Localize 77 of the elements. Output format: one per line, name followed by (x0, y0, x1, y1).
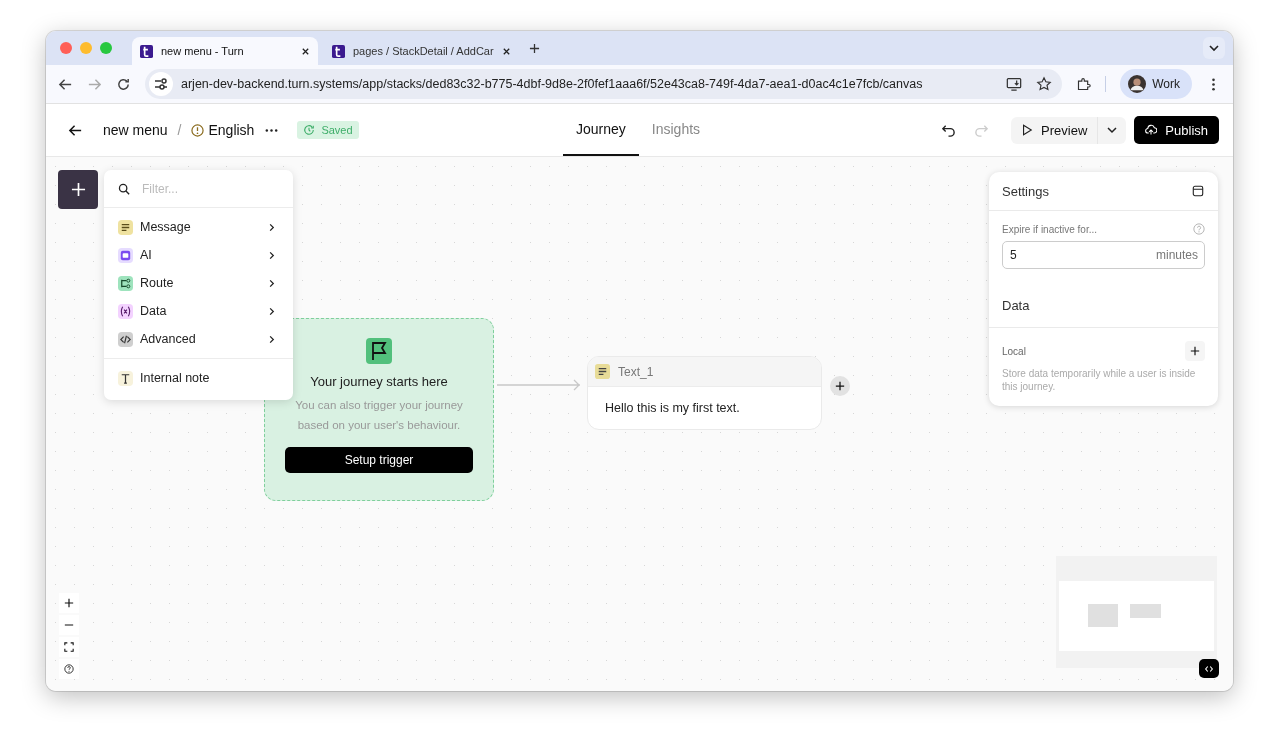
section-label: Local (1002, 345, 1026, 357)
bookmark-star-icon[interactable] (1036, 76, 1053, 92)
view-tab[interactable]: Insights (638, 104, 714, 156)
chevron-right-icon (267, 278, 276, 288)
zoom-in-button[interactable] (59, 593, 79, 613)
menu-item[interactable]: AI (104, 241, 293, 269)
message-icon (118, 219, 133, 235)
help-button[interactable] (59, 659, 79, 679)
plus-icon (1190, 346, 1200, 356)
fit-view-icon (64, 642, 74, 652)
language-link[interactable]: English (208, 122, 255, 138)
section-title: Data (1002, 298, 1031, 313)
favicon-icon (140, 44, 153, 58)
add-node-button[interactable] (58, 170, 98, 209)
address-bar[interactable]: arjen-dev-backend.turn.systems/app/stacks/ded83c32-b775-4dbf-9d8e-2f0fef1aaa6f/52e43ca8-749f-4da7-aea1-d0ac4c1e7fcb/canvas (145, 69, 1063, 99)
menu-item[interactable]: Message (104, 213, 293, 241)
advanced-icon (118, 331, 133, 347)
zoom-out-button[interactable] (59, 615, 79, 635)
node-title: Text_1 (618, 364, 654, 379)
url-text: arjen-dev-backend.turn.systems/app/stacks/ded83c32-b775-4dbf-9d8e-2f0fef1aaa6f/52e43ca8-749f-4da7-aea1-d0ac4c1e7fcb/canvas (181, 77, 923, 91)
data-icon (118, 303, 133, 319)
reload-icon[interactable] (116, 76, 131, 92)
chevron-down-icon[interactable] (1203, 37, 1225, 59)
text-node[interactable]: Text_1 Hello this is my first text. (587, 356, 822, 430)
route-icon (118, 275, 133, 291)
trigger-node[interactable]: Your journey starts here You can also trigger your journey based on your user's behaviour. Setup trigger (264, 318, 494, 501)
saved-icon (303, 124, 316, 136)
tab-title: new menu - Turn (161, 45, 245, 57)
search-icon (118, 182, 130, 195)
profile-button[interactable]: Work (1120, 69, 1192, 99)
message-text: Hello this is my first text. (604, 400, 741, 417)
install-app-icon[interactable] (1006, 76, 1023, 92)
setup-trigger-button[interactable]: Setup trigger (285, 447, 473, 473)
field-label: Expire if inactive for... (1002, 223, 1098, 235)
breadcrumb-separator: / (177, 122, 182, 138)
cloud-upload-icon (1145, 124, 1158, 136)
breadcrumb-link[interactable]: new menu (103, 122, 168, 138)
close-icon[interactable] (501, 46, 511, 56)
plus-icon (64, 598, 74, 608)
panel-title: Settings (1002, 183, 1049, 199)
warning-icon (191, 123, 205, 137)
code-icon (1204, 663, 1214, 674)
avatar-icon (1128, 75, 1147, 93)
favicon-icon (332, 44, 345, 58)
add-variable-button[interactable] (1185, 341, 1205, 361)
extensions-icon[interactable] (1076, 76, 1092, 92)
plus-icon (70, 182, 86, 197)
chevron-right-icon (267, 334, 276, 344)
play-icon (1021, 124, 1034, 136)
saved-badge: Saved (297, 121, 359, 139)
menu-item[interactable]: Route (104, 269, 293, 297)
node-description: You can also trigger your journey based on your user's behaviour. (294, 398, 464, 433)
plus-icon (835, 381, 845, 391)
tab-title: pages / StackDetail / AddCar (353, 45, 494, 57)
publish-button[interactable]: Publish (1134, 116, 1219, 144)
chevron-right-icon (267, 222, 276, 232)
note-icon (118, 370, 133, 386)
panel-toggle-icon[interactable] (1192, 185, 1204, 197)
chevron-right-icon (267, 306, 276, 316)
filter-field[interactable]: Filter... (140, 180, 274, 197)
browser-tab[interactable]: pages / StackDetail / AddCar (324, 37, 519, 65)
new-tab-icon[interactable] (528, 42, 540, 54)
chevron-right-icon (267, 250, 276, 260)
message-icon (595, 364, 610, 379)
help-icon (64, 664, 74, 674)
helper-text: Store data temporarily while a user is inside this journey. (1002, 367, 1197, 393)
fit-view-button[interactable] (59, 637, 79, 657)
close-icon[interactable] (301, 46, 310, 56)
browser-tab[interactable]: new menu - Turn (132, 37, 318, 65)
code-view-button[interactable] (1199, 659, 1219, 678)
site-settings-icon[interactable] (149, 72, 173, 96)
node-title: Your journey starts here (310, 374, 448, 389)
expire-field[interactable]: 5 minutes (1002, 241, 1205, 269)
chevron-down-icon (1106, 124, 1119, 136)
add-step-button[interactable] (830, 376, 850, 396)
ai-icon (118, 247, 133, 263)
flag-icon (366, 338, 392, 364)
